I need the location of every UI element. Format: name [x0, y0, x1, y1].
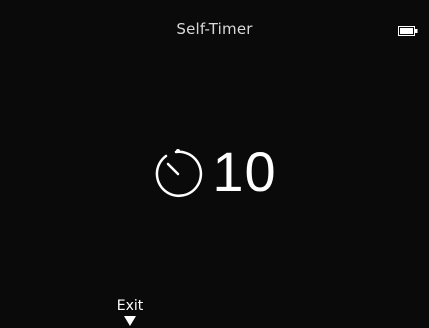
timer-display: 10: [0, 140, 429, 204]
camera-screen: Self-Timer 10 Exit: [0, 0, 429, 328]
page-title: Self-Timer: [176, 20, 253, 38]
exit-button[interactable]: Exit: [110, 298, 150, 326]
timer-seconds-value: 10: [212, 140, 277, 203]
down-triangle-icon: [124, 316, 136, 326]
stopwatch-icon: [156, 149, 203, 198]
exit-label: Exit: [116, 298, 144, 314]
battery-icon: [398, 26, 418, 36]
